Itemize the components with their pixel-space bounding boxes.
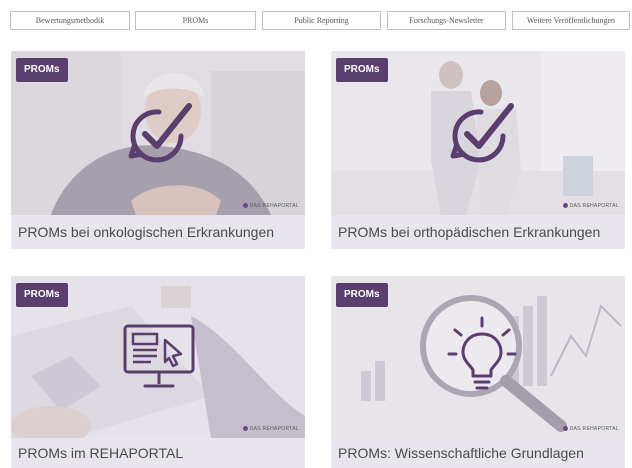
category-badge: PROMs [16,58,68,82]
card-proms-scientific[interactable]: PROMs DAS REHAPORTAL PROMs: Wissenschaft… [331,276,625,468]
card-title[interactable]: PROMs bei onkologischen Erkrankungen [11,215,305,249]
card-proms-orthopedics[interactable]: PROMs DAS REHAPORTAL PROMs bei orthopädi… [331,51,625,249]
rehaportal-logo: DAS REHAPORTAL [243,426,299,432]
rehaportal-logo: DAS REHAPORTAL [563,426,619,432]
card-proms-oncology[interactable]: PROMs DAS REHAPORTAL PROMs bei onkologis… [11,51,305,249]
card-image[interactable]: PROMs DAS REHAPORTAL [11,276,305,438]
card-title[interactable]: PROMs im REHAPORTAL [11,438,305,468]
tab-public-reporting[interactable]: Public Reporting [262,11,381,30]
rehaportal-logo: DAS REHAPORTAL [563,203,619,209]
tab-bewertungsmethodik[interactable]: Bewertungsmethodik [10,11,130,30]
card-title[interactable]: PROMs: Wissenschaftliche Grundlagen [331,438,625,468]
tab-forschungs-newsletter[interactable]: Forschungs-Newsletter [387,11,506,30]
rehaportal-logo: DAS REHAPORTAL [243,203,299,209]
card-image[interactable]: PROMs DAS REHAPORTAL [331,276,625,438]
category-tab-bar: Bewertungsmethodik PROMs Public Reportin… [0,0,632,36]
card-title[interactable]: PROMs bei orthopädischen Erkrankungen [331,215,625,249]
category-badge: PROMs [336,283,388,307]
lightbulb-icon [447,316,517,390]
category-badge: PROMs [336,58,388,82]
card-image[interactable]: PROMs DAS REHAPORTAL [11,51,305,215]
card-image[interactable]: PROMs DAS REHAPORTAL [331,51,625,215]
check-cycle-icon [128,103,192,163]
tab-weitere-veroeffentlichungen[interactable]: Weitere Veröffentlichungen [512,11,630,30]
monitor-cursor-icon [123,324,195,388]
card-proms-rehaportal[interactable]: PROMs DAS REHAPORTAL PROMs im REHAPORTAL [11,276,305,468]
check-cycle-icon [450,103,514,163]
category-badge: PROMs [16,283,68,307]
tab-proms[interactable]: PROMs [135,11,256,30]
